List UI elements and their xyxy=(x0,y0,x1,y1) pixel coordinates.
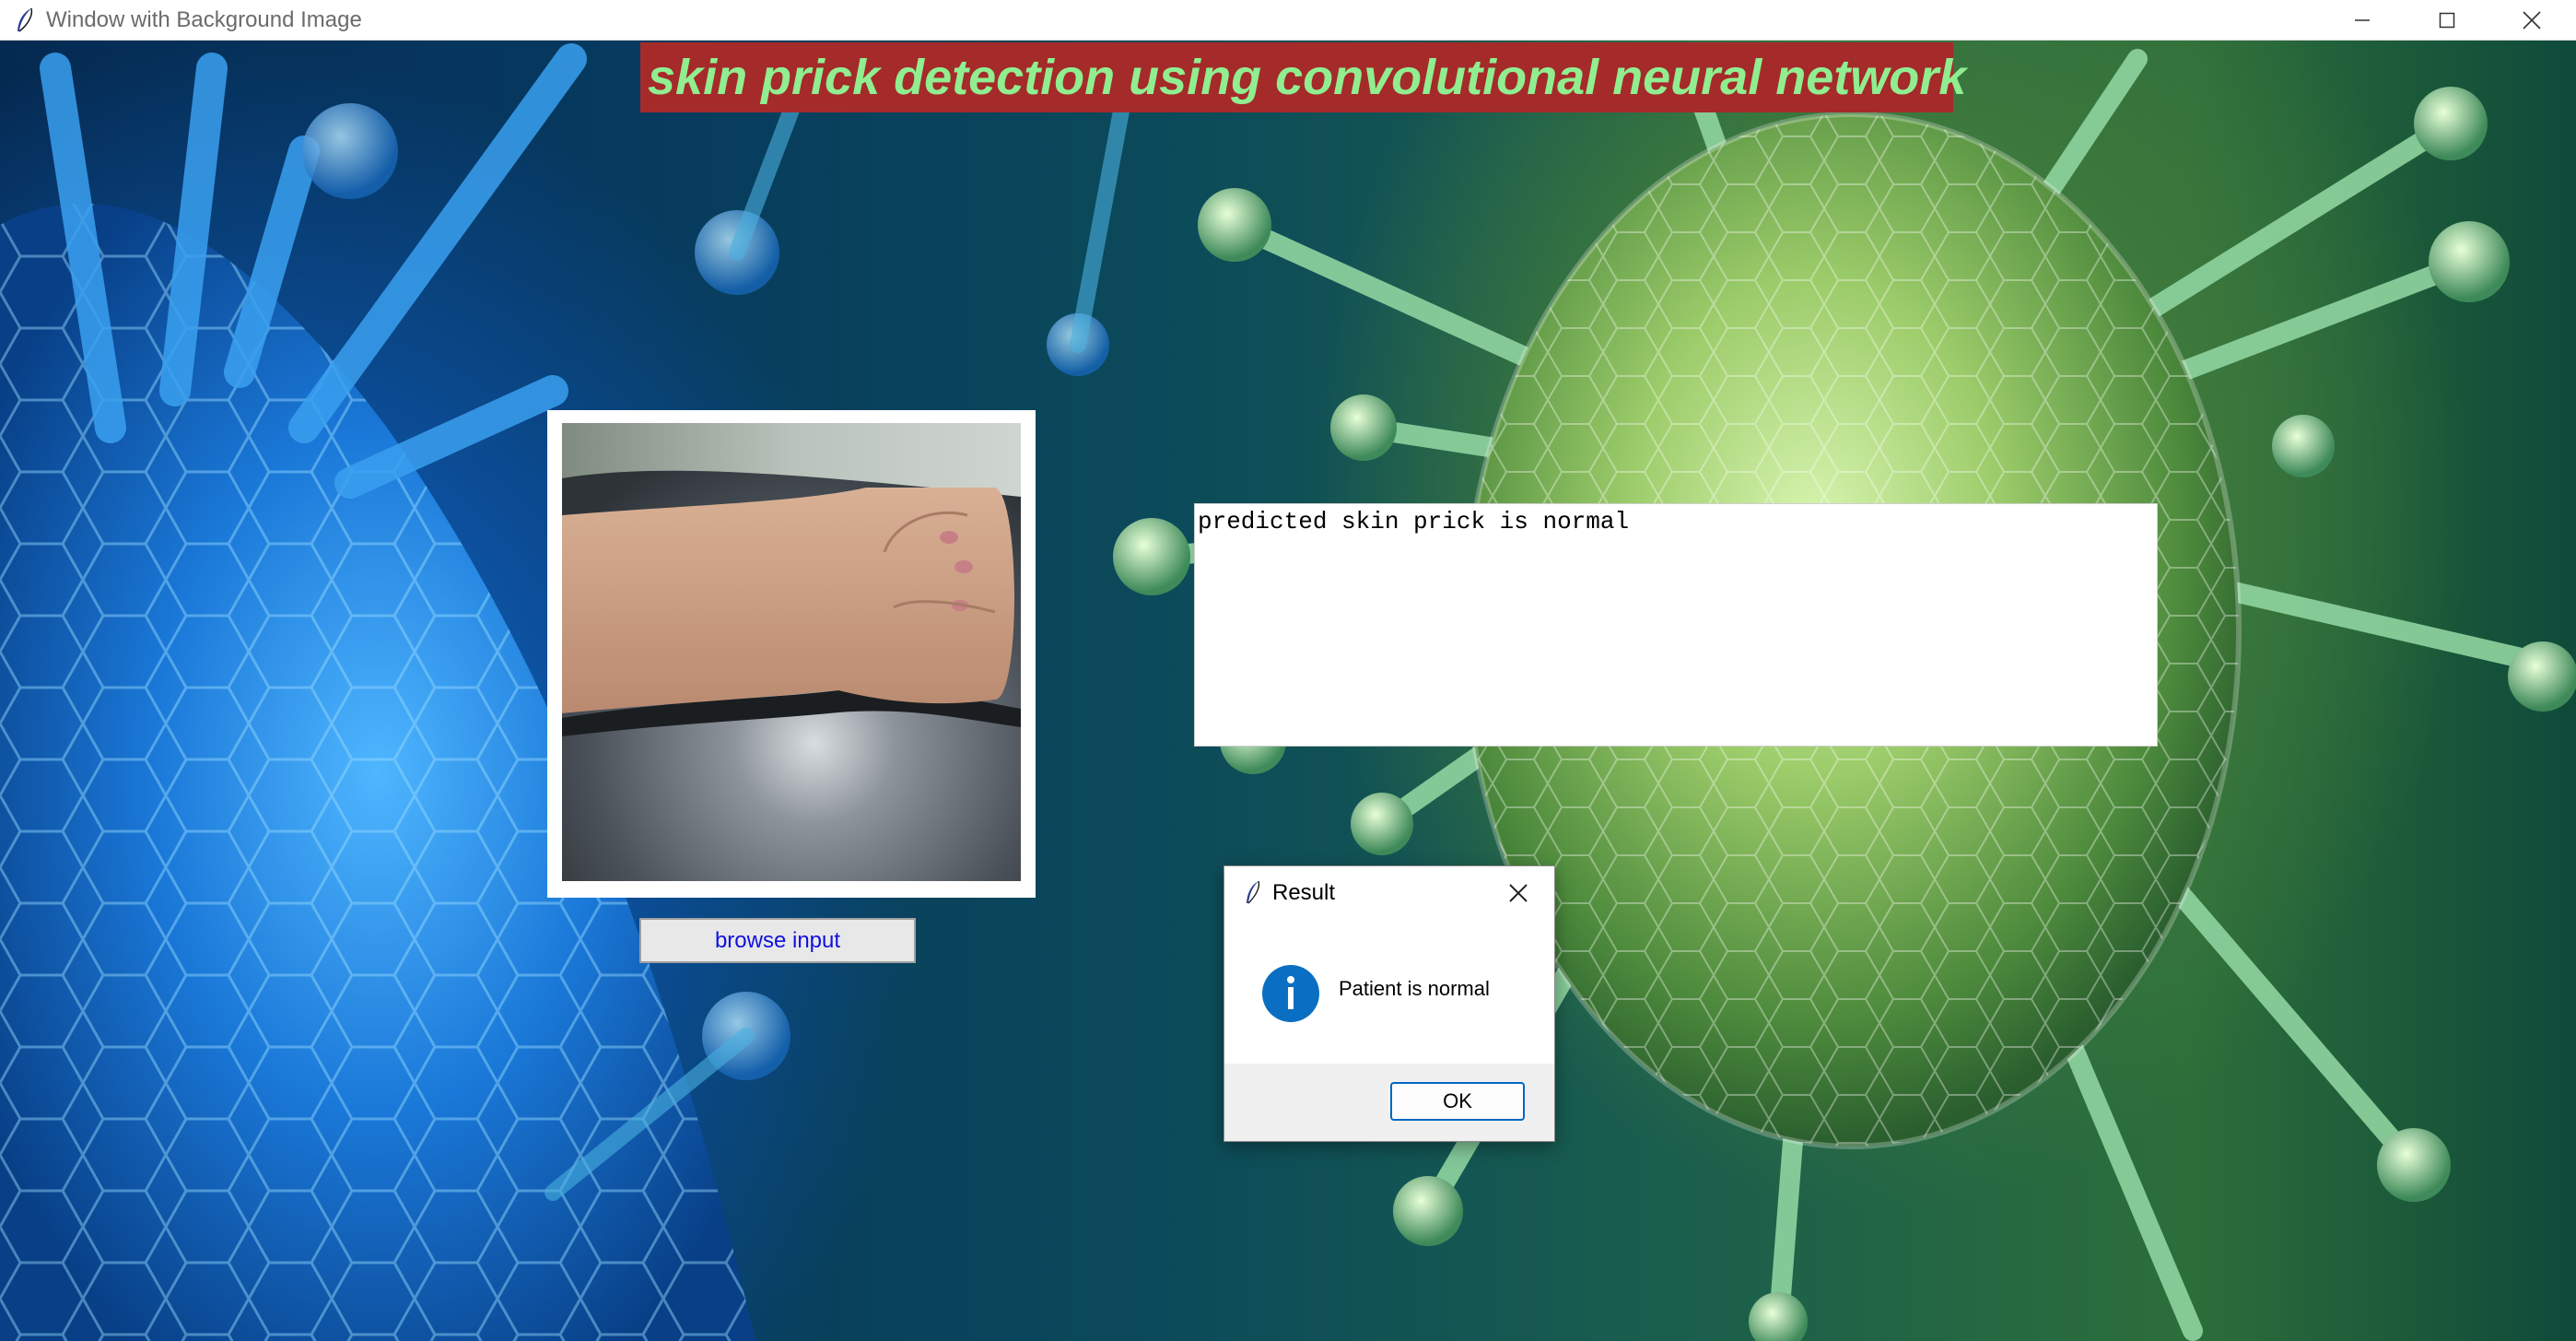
maximize-button[interactable] xyxy=(2405,0,2489,41)
dialog-message: Patient is normal xyxy=(1339,977,1490,1000)
input-image-frame xyxy=(547,410,1036,898)
window-titlebar: Window with Background Image xyxy=(0,0,2576,41)
result-dialog: Result Patient is normal OK xyxy=(1224,865,1555,1142)
input-image-preview xyxy=(562,423,1021,881)
dialog-footer: OK xyxy=(1224,1064,1554,1141)
close-window-button[interactable] xyxy=(2489,0,2574,41)
app-window: Window with Background Image skin prick … xyxy=(0,0,2576,1341)
browse-input-button[interactable]: browse input xyxy=(639,918,916,963)
minimize-icon xyxy=(2355,19,2370,21)
prediction-output-textbox[interactable]: predicted skin prick is normal xyxy=(1194,503,2158,747)
maximize-icon xyxy=(2439,12,2455,29)
minimize-button[interactable] xyxy=(2320,0,2405,41)
page-title: skin prick detection using convolutional… xyxy=(640,42,1966,112)
dialog-close-button[interactable] xyxy=(1501,876,1536,911)
close-icon xyxy=(2523,11,2541,29)
dialog-titlebar: Result xyxy=(1224,866,1554,920)
arm-photo xyxy=(562,423,1021,881)
feather-icon xyxy=(18,7,33,32)
info-icon xyxy=(1262,965,1319,1022)
dialog-title: Result xyxy=(1272,880,1336,905)
close-icon xyxy=(1509,884,1528,902)
feather-icon xyxy=(1247,880,1260,904)
window-title: Window with Background Image xyxy=(46,7,362,32)
ok-button[interactable]: OK xyxy=(1390,1082,1525,1121)
